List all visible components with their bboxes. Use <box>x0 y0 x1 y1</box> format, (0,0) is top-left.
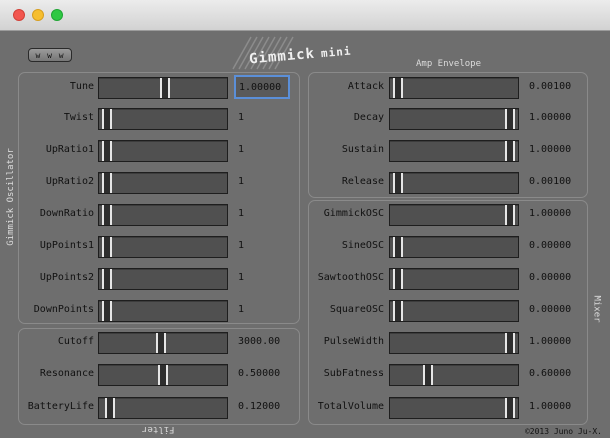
param-value: 1.00000 <box>529 336 572 347</box>
zoom-window-button[interactable] <box>51 9 63 21</box>
param-label: GimmickOSC <box>323 208 384 219</box>
param-label: Attack <box>347 81 384 92</box>
param-value: 0.00100 <box>529 81 572 92</box>
copyright-text: ©2013 Juno Ju-X. <box>524 427 602 436</box>
param-slider[interactable] <box>389 77 519 99</box>
param-slider[interactable] <box>389 268 519 290</box>
slider-thumb[interactable] <box>393 237 403 257</box>
slider-thumb[interactable] <box>393 173 403 193</box>
param-value: 0.00000 <box>529 272 572 283</box>
slider-thumb[interactable] <box>393 269 403 289</box>
oscillator-section-label: Gimmick Oscillator <box>5 148 16 246</box>
slider-thumb[interactable] <box>505 398 515 418</box>
mixer-row-sineosc: SineOSC 0.00000 <box>0 236 610 258</box>
mixer-row-sawtoothosc: SawtoothOSC 0.00000 <box>0 268 610 290</box>
slider-thumb[interactable] <box>505 109 515 129</box>
slider-thumb[interactable] <box>505 333 515 353</box>
param-value: 1.00000 <box>529 208 572 219</box>
param-label: SubFatness <box>323 368 384 379</box>
close-window-button[interactable] <box>13 9 25 21</box>
param-slider[interactable] <box>389 236 519 258</box>
param-value: 1.00000 <box>529 112 572 123</box>
amp-row-release: Release 0.00100 <box>0 172 610 194</box>
param-value: 0.00100 <box>529 176 572 187</box>
mixer-row-subfatness: SubFatness 0.60000 <box>0 364 610 386</box>
mixer-row-pulsewidth: PulseWidth 1.00000 <box>0 332 610 354</box>
param-label: SineOSC <box>341 240 384 251</box>
title-bar <box>0 0 610 31</box>
slider-thumb[interactable] <box>505 141 515 161</box>
param-slider[interactable] <box>389 332 519 354</box>
web-link-button[interactable]: w w w <box>28 48 72 62</box>
param-slider[interactable] <box>389 397 519 419</box>
param-value: 1.00000 <box>529 401 572 412</box>
slider-thumb[interactable] <box>505 205 515 225</box>
amp-section-label: Amp Envelope <box>416 59 482 69</box>
param-label: Release <box>341 176 384 187</box>
param-slider[interactable] <box>389 108 519 130</box>
amp-row-attack: Attack 0.00100 <box>0 77 610 99</box>
param-value: 1.00000 <box>529 144 572 155</box>
amp-row-decay: Decay 1.00000 <box>0 108 610 130</box>
param-slider[interactable] <box>389 140 519 162</box>
param-slider[interactable] <box>389 300 519 322</box>
slider-thumb[interactable] <box>423 365 433 385</box>
param-value: 0.00000 <box>529 304 572 315</box>
mixer-row-squareosc: SquareOSC 0.00000 <box>0 300 610 322</box>
param-slider[interactable] <box>389 172 519 194</box>
param-value: 0.00000 <box>529 240 572 251</box>
param-label: PulseWidth <box>323 336 384 347</box>
logo: Gimmick mini <box>225 35 385 71</box>
param-label: Decay <box>353 112 384 123</box>
param-label: TotalVolume <box>317 401 384 412</box>
mixer-row-gimmickosc: GimmickOSC 1.00000 <box>0 204 610 226</box>
amp-row-sustain: Sustain 1.00000 <box>0 140 610 162</box>
mixer-row-totalvolume: TotalVolume 1.00000 <box>0 397 610 419</box>
minimize-window-button[interactable] <box>32 9 44 21</box>
filter-section-label: Filter <box>142 424 175 434</box>
param-value: 0.60000 <box>529 368 572 379</box>
param-label: SawtoothOSC <box>317 272 384 283</box>
slider-thumb[interactable] <box>393 78 403 98</box>
slider-thumb[interactable] <box>393 301 403 321</box>
param-slider[interactable] <box>389 364 519 386</box>
param-label: Sustain <box>341 144 384 155</box>
param-label: SquareOSC <box>329 304 384 315</box>
logo-subtitle: mini <box>320 44 352 61</box>
param-slider[interactable] <box>389 204 519 226</box>
